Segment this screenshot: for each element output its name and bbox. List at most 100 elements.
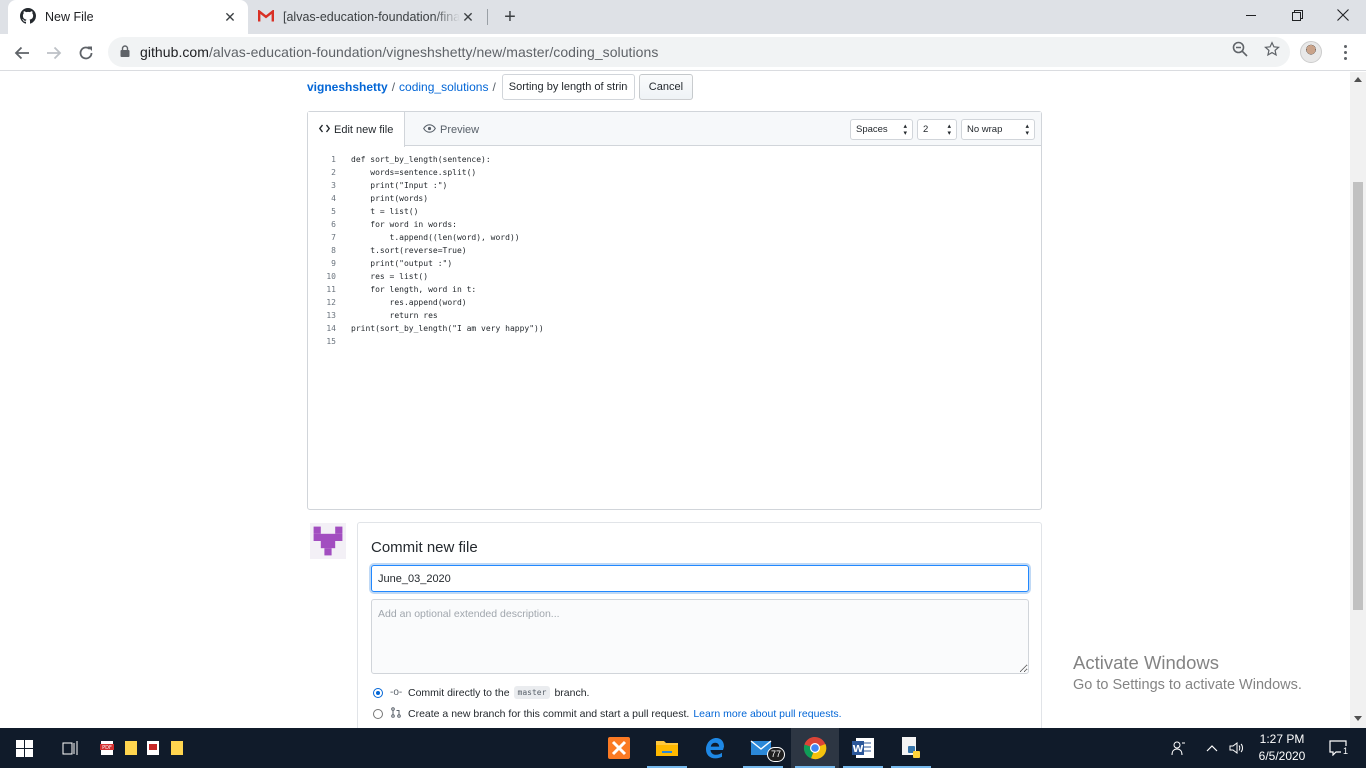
filename-input[interactable]: [501, 74, 635, 100]
mail-icon[interactable]: 77: [739, 728, 787, 768]
indent-size-select[interactable]: 2 ▴ ▾: [917, 119, 957, 140]
code-line[interactable]: 13 return res: [308, 309, 1041, 322]
tab-new-file[interactable]: New File ✕: [8, 0, 248, 34]
clock[interactable]: 1:27 PM 6/5/2020: [1252, 728, 1312, 768]
forward-icon[interactable]: [40, 39, 68, 67]
breadcrumb-separator: /: [492, 80, 496, 94]
code-line[interactable]: 6 for word in words:: [308, 218, 1041, 231]
code-line[interactable]: 1 def sort_by_length(sentence):: [308, 153, 1041, 166]
learn-more-link[interactable]: Learn more about pull requests.: [693, 708, 841, 720]
code-line[interactable]: 15: [308, 335, 1041, 348]
new-tab-icon[interactable]: +: [498, 5, 522, 29]
line-code: print("output :"): [351, 259, 453, 268]
profile-avatar[interactable]: [1300, 41, 1322, 63]
activate-windows-watermark: Activate Windows Go to Settings to activ…: [1073, 652, 1302, 693]
line-code: for word in words:: [351, 220, 457, 229]
document-icon[interactable]: [142, 728, 164, 768]
line-number: 6: [331, 220, 336, 229]
edge-icon[interactable]: [691, 728, 739, 768]
radio-commit-direct[interactable]: [373, 687, 383, 698]
scroll-thumb[interactable]: [1353, 182, 1363, 610]
line-code: t.append((len(word), word)): [351, 233, 520, 242]
option-text-bold: new branch: [451, 708, 506, 720]
restore-icon[interactable]: [1274, 0, 1320, 30]
code-line[interactable]: 12 res.append(word): [308, 296, 1041, 309]
show-hidden-icons-icon[interactable]: [1200, 728, 1224, 768]
people-icon[interactable]: [1166, 728, 1190, 768]
commit-new-branch-option[interactable]: Create a new branch for this commit and …: [373, 707, 842, 721]
user-avatar[interactable]: [310, 523, 346, 559]
sticky-note-icon[interactable]: [120, 728, 142, 768]
page-scrollbar[interactable]: [1350, 72, 1366, 728]
tab-edit-new-file[interactable]: Edit new file: [308, 112, 406, 147]
xampp-icon[interactable]: [595, 728, 643, 768]
code-line[interactable]: 11 for length, word in t:: [308, 283, 1041, 296]
code-line[interactable]: 4 print(words): [308, 192, 1041, 205]
radio-new-branch[interactable]: [373, 709, 383, 719]
svg-text:PDF: PDF: [102, 745, 112, 751]
line-code: for length, word in t:: [351, 285, 477, 294]
address-bar[interactable]: github.com/alvas-education-foundation/vi…: [108, 37, 1290, 67]
line-number: 14: [326, 324, 336, 333]
code-line[interactable]: 14 print(sort_by_length("I am very happy"…: [308, 322, 1041, 335]
scroll-up-icon[interactable]: [1354, 77, 1362, 82]
line-number: 10: [326, 272, 336, 281]
scroll-down-icon[interactable]: [1354, 716, 1362, 721]
option-text: for this commit and start a pull request…: [508, 708, 690, 720]
folder-link[interactable]: coding_solutions: [399, 80, 488, 94]
select-caret-icon: ▴ ▾: [1025, 123, 1029, 137]
chrome-menu-icon[interactable]: [1335, 40, 1355, 64]
tab-title: [alvas-education-foundation/fina: [283, 10, 460, 24]
commit-summary-input[interactable]: [371, 565, 1029, 592]
word-icon[interactable]: W: [839, 728, 887, 768]
indent-mode-select[interactable]: Spaces ▴ ▾: [850, 119, 913, 140]
reload-icon[interactable]: [72, 39, 100, 67]
line-number: 12: [326, 298, 336, 307]
close-window-icon[interactable]: [1320, 0, 1366, 30]
url-path: /alvas-education-foundation/vigneshshett…: [208, 44, 659, 60]
line-code: res = list(): [351, 272, 429, 281]
commit-title: Commit new file: [371, 539, 478, 556]
notifications-icon[interactable]: 1: [1318, 728, 1358, 768]
code-line[interactable]: 2 words=sentence.split(): [308, 166, 1041, 179]
code-line[interactable]: 3 print("Input :"): [308, 179, 1041, 192]
page-viewport: vigneshshetty / coding_solutions / Cance…: [0, 72, 1350, 728]
minimize-icon[interactable]: [1228, 0, 1274, 30]
code-line[interactable]: 9 print("output :"): [308, 257, 1041, 270]
file-explorer-icon[interactable]: [643, 728, 691, 768]
task-view-icon[interactable]: [48, 728, 94, 768]
tab-gmail[interactable]: [alvas-education-foundation/fina ✕: [252, 0, 486, 34]
repo-owner-link[interactable]: vigneshshetty: [307, 80, 388, 94]
commit-description-input[interactable]: [371, 599, 1029, 674]
windows-start-icon[interactable]: [0, 728, 48, 768]
option-text: Commit directly to the: [408, 686, 510, 699]
code-line[interactable]: 10 res = list(): [308, 270, 1041, 283]
python-icon[interactable]: [887, 728, 935, 768]
folder-note-icon[interactable]: [166, 728, 188, 768]
line-code: t = list(): [351, 207, 419, 216]
commit-direct-option[interactable]: -o- Commit directly to the master branch…: [373, 686, 589, 699]
select-value: No wrap: [967, 124, 1003, 135]
breadcrumb: vigneshshetty / coding_solutions / Cance…: [307, 72, 694, 102]
close-tab-icon[interactable]: ✕: [222, 9, 238, 25]
close-tab-icon[interactable]: ✕: [460, 9, 476, 25]
pdf-icon[interactable]: PDF: [96, 728, 118, 768]
file-editor: Edit new file Preview Spaces ▴ ▾ 2 ▴ ▾ No …: [307, 111, 1042, 510]
select-value: 2: [923, 124, 929, 135]
wrap-mode-select[interactable]: No wrap ▴ ▾: [961, 119, 1035, 140]
gmail-icon: [258, 8, 274, 25]
code-line[interactable]: 5 t = list(): [308, 205, 1041, 218]
cancel-button[interactable]: Cancel: [638, 74, 694, 100]
volume-icon[interactable]: [1225, 728, 1249, 768]
browser-tab-strip: New File ✕ [alvas-education-foundation/f…: [0, 0, 1366, 34]
chrome-icon[interactable]: [791, 728, 839, 768]
bookmark-star-icon[interactable]: [1261, 38, 1283, 60]
code-line[interactable]: 8 t.sort(reverse=True): [308, 244, 1041, 257]
tab-preview[interactable]: Preview: [412, 112, 490, 147]
code-area[interactable]: 1 def sort_by_length(sentence): 2 words=se…: [308, 153, 1041, 348]
tab-label: Preview: [440, 123, 480, 136]
zoom-icon[interactable]: [1229, 38, 1251, 60]
back-icon[interactable]: [8, 39, 36, 67]
clock-date: 6/5/2020: [1258, 749, 1306, 763]
code-line[interactable]: 7 t.append((len(word), word)): [308, 231, 1041, 244]
